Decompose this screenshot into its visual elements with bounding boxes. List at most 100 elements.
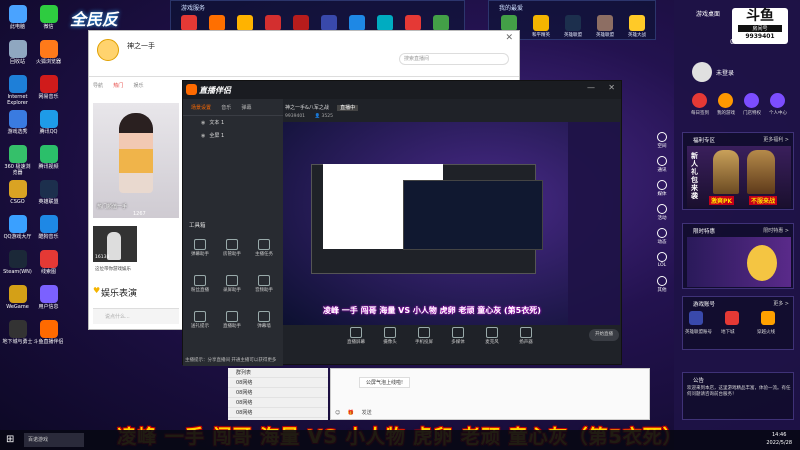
chat-group-item[interactable]: 08网络 [228, 378, 328, 388]
welfare-more[interactable]: 更多福利 > [763, 136, 789, 143]
vbar-item[interactable]: 通讯 [652, 156, 672, 178]
desktop-icon[interactable]: Steam(WN) [2, 247, 33, 282]
desktop-icon[interactable]: 游戏选秀 [2, 107, 33, 142]
desktop-icon[interactable]: 腾讯视频 [33, 142, 64, 177]
game-item-icon[interactable] [761, 311, 775, 325]
game-item-icon[interactable] [689, 311, 703, 325]
live-control-button[interactable]: 多媒体 [445, 327, 471, 345]
tool-button[interactable]: 粉丝直播 [187, 275, 213, 293]
tool-button[interactable]: 主播任务 [251, 239, 277, 257]
tool-button[interactable]: 音频助手 [251, 275, 277, 293]
scene-item[interactable]: ◉ 全屏 1 [183, 129, 283, 142]
favorite-game-icon[interactable] [565, 15, 581, 31]
desktop-icon[interactable]: CSGO [2, 177, 33, 212]
desktop-icon[interactable]: 地下城与勇士 [2, 317, 33, 352]
avatar[interactable] [97, 39, 119, 61]
game-shortcut-icon[interactable] [433, 15, 449, 31]
chat-group-item[interactable]: 群列表 [228, 368, 328, 378]
chat-group-item[interactable]: 08网络 [228, 388, 328, 398]
desktop-icon[interactable]: 微信 [33, 2, 64, 37]
login-status[interactable]: 未登录 [716, 68, 734, 77]
tab-entertainment[interactable]: 娱乐 [134, 83, 144, 89]
desktop-icon[interactable]: 回收站 [2, 37, 33, 72]
vbar-item[interactable]: 空间 [652, 132, 672, 154]
game-shortcut-icon[interactable] [181, 15, 197, 31]
tool-button[interactable]: 直播助手 [219, 311, 245, 329]
limited-more[interactable]: 限时特惠 > [763, 227, 789, 234]
vbar-item[interactable]: LOL [652, 252, 672, 274]
live-control-button[interactable]: 直播屏幕 [343, 327, 369, 345]
game-shortcut-icon[interactable] [265, 15, 281, 31]
favorite-game-icon[interactable] [597, 15, 613, 31]
tool-button[interactable]: 送礼提示 [187, 311, 213, 329]
chat-input[interactable]: 说点什么... [93, 308, 179, 324]
tool-button[interactable]: 弹幕助手 [187, 239, 213, 257]
game-shortcut-icon[interactable] [405, 15, 421, 31]
featured-video[interactable]: 热门颜值一手 1267 [93, 103, 179, 218]
desktop-icon[interactable]: 腾讯QQ [33, 107, 64, 142]
gift-icon[interactable]: 🎁 [348, 410, 354, 416]
live-control-button[interactable]: 手机投屏 [411, 327, 437, 345]
favorite-game-icon[interactable] [533, 15, 549, 31]
chat-group-item[interactable]: 08网络 [228, 408, 328, 418]
taskbar-search[interactable]: 百诺游戏 [24, 433, 84, 447]
user-avatar[interactable] [692, 62, 712, 82]
game-item-icon[interactable] [725, 311, 739, 325]
tab-nav[interactable]: 导航 [93, 83, 103, 89]
vbar-item[interactable]: 活动 [652, 204, 672, 226]
scene-item[interactable]: ◉ 文本 1 [183, 116, 283, 129]
game-shortcut-icon[interactable] [377, 15, 393, 31]
clock[interactable]: 14:46 2022/5/28 [766, 431, 792, 447]
desktop-icon[interactable]: 网易音乐 [33, 72, 64, 107]
desktop-icon[interactable]: 斗鱼直播伴侣 [33, 317, 64, 352]
game-shortcut-icon[interactable] [237, 15, 253, 31]
desktop-icon[interactable]: 线索图 [33, 247, 64, 282]
minimize-icon[interactable]: — [587, 83, 595, 92]
second-video[interactable]: 16138 [93, 226, 137, 262]
eye-icon[interactable]: ◉ [201, 133, 205, 139]
game-shortcut-icon[interactable] [293, 15, 309, 31]
live-control-button[interactable]: 扬声器 [513, 327, 539, 345]
tool-button[interactable]: 房管助手 [219, 239, 245, 257]
game-shortcut-icon[interactable] [209, 15, 225, 31]
start-live-button[interactable]: 开始直播 [589, 329, 619, 341]
close-icon[interactable]: ✕ [505, 33, 513, 43]
desktop-icon[interactable]: 360 极速浏览器 [2, 142, 33, 177]
vbar-item[interactable]: 媒体 [652, 180, 672, 202]
welfare-banner[interactable]: 新人礼包来袭 激爽PK 不服来战 [687, 146, 791, 208]
game-account-more[interactable]: 更多 > [773, 300, 789, 307]
desktop-icon[interactable]: 酷狗音乐 [33, 212, 64, 247]
live-control-button[interactable]: 麦克风 [479, 327, 505, 345]
tab-hot[interactable]: 热门 [113, 83, 123, 89]
live-control-button[interactable]: 摄像头 [377, 327, 403, 345]
quick-button[interactable] [692, 93, 707, 108]
desktop-icon[interactable]: Internet Explorer [2, 72, 33, 107]
vbar-item[interactable]: 其他 [652, 276, 672, 298]
vbar-item[interactable]: 动态 [652, 228, 672, 250]
eye-icon[interactable]: ◉ [201, 120, 205, 126]
game-shortcut-icon[interactable] [349, 15, 365, 31]
emoji-icon[interactable]: ☺ [335, 410, 340, 416]
quick-button[interactable] [718, 93, 733, 108]
favorite-game-icon[interactable] [501, 15, 517, 31]
tab-music[interactable]: 音乐 [221, 105, 231, 111]
desktop-icon[interactable]: 英雄联盟 [33, 177, 64, 212]
desktop-icon[interactable]: QQ游戏大厅 [2, 212, 33, 247]
send-label[interactable]: 发送 [362, 410, 372, 416]
limited-banner[interactable] [687, 237, 791, 287]
tab-scene[interactable]: 场景设置 [191, 105, 211, 111]
game-shortcut-icon[interactable] [321, 15, 337, 31]
chat-group-item[interactable]: 08网络 [228, 398, 328, 408]
quick-button[interactable] [770, 93, 785, 108]
desktop-icon[interactable]: WeGame [2, 282, 33, 317]
desktop-icon[interactable]: 此电脑 [2, 2, 33, 37]
search-field[interactable]: 搜索直播间 [399, 53, 509, 65]
quick-button[interactable] [744, 93, 759, 108]
tool-button[interactable]: 录屏助手 [219, 275, 245, 293]
desktop-icon[interactable]: 用户信息 [33, 282, 64, 317]
tool-button[interactable]: 弹幕墙 [251, 311, 277, 329]
favorite-game-icon[interactable] [629, 15, 645, 31]
desktop-icon[interactable]: 火狐浏览器 [33, 37, 64, 72]
tab-danmaku[interactable]: 弹幕 [242, 105, 252, 111]
close-icon[interactable]: ✕ [608, 83, 615, 92]
